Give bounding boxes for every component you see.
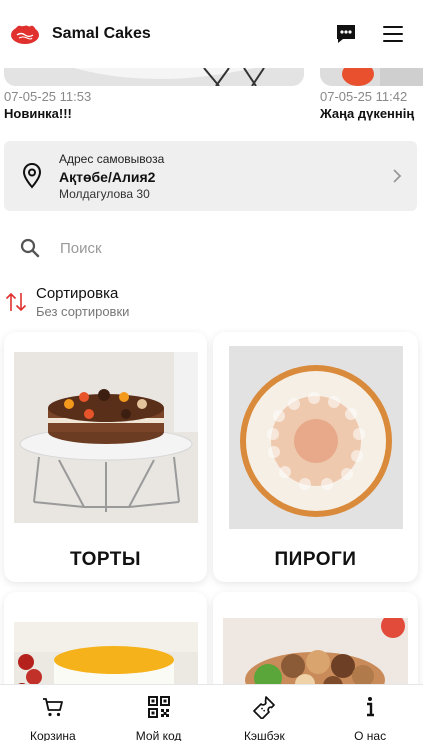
nav-label: О нас [354, 729, 387, 741]
search-bar [20, 234, 410, 262]
story-card[interactable]: 07-05-25 11:42 Жаңа дүкеннің [320, 68, 423, 121]
story-date: 07-05-25 11:53 [4, 89, 92, 104]
sort-texts: Сортировка Без сортировки [36, 285, 129, 319]
search-input[interactable] [60, 239, 360, 257]
story-title: Жаңа дүкеннің [320, 106, 415, 121]
bottom-navigation: Корзина Мой код Кэшбэк О нас [0, 684, 423, 741]
category-card-cakes[interactable]: ТОРТЫ [4, 332, 207, 582]
info-icon [358, 695, 382, 719]
category-label: ТОРТЫ [69, 549, 142, 570]
sort-value: Без сортировки [36, 304, 130, 319]
category-image-cakes [14, 352, 198, 523]
top-bar: Samal Cakes [0, 0, 423, 68]
story-date: 07-05-25 11:42 [320, 89, 408, 104]
pickup-address-text: Адрес самовывоза Ақтөбе/Алия2 Молдагулов… [59, 152, 391, 201]
story-card[interactable]: 07-05-25 11:53 Новинка!!! [4, 68, 304, 121]
category-label: ПИРОГИ [274, 549, 357, 570]
qr-code-icon [147, 695, 171, 719]
app-title: Samal Cakes [52, 25, 151, 42]
story-title: Новинка!!! [4, 106, 72, 121]
header-actions [335, 23, 413, 45]
nav-item-my-code[interactable]: Мой код [106, 685, 212, 741]
stories-carousel: 07-05-25 11:53 Новинка!!! 07-05-25 11:42… [0, 68, 423, 128]
nav-label: Корзина [30, 729, 76, 741]
search-icon [20, 238, 40, 258]
nav-item-cashback[interactable]: Кэшбэк [212, 685, 318, 741]
nav-label: Мой код [135, 729, 182, 741]
ticket-icon [252, 695, 276, 720]
story-image [4, 68, 304, 86]
samal-cakes-logo-icon[interactable] [10, 23, 40, 45]
story-image [320, 68, 423, 86]
nav-item-cart[interactable]: Корзина [0, 685, 106, 741]
category-card-pies[interactable]: ПИРОГИ [213, 332, 418, 582]
pickup-label: Адрес самовывоза [59, 151, 165, 166]
app-screen: Samal Cakes 07-05-25 11:53 Новинка!!! 07… [0, 0, 423, 741]
sort-selector[interactable]: Сортировка Без сортировки [4, 282, 129, 322]
location-pin-icon [22, 162, 42, 189]
category-image-pies [229, 346, 403, 529]
hamburger-menu-icon[interactable] [383, 26, 403, 42]
sort-title: Сортировка [36, 285, 119, 302]
nav-label: Кэшбэк [243, 729, 285, 741]
pickup-street: Молдагулова 30 [59, 186, 150, 201]
sort-arrows-icon [4, 291, 28, 313]
cart-icon [41, 695, 65, 719]
chevron-right-icon [391, 168, 403, 184]
chat-bubble-icon[interactable] [335, 23, 357, 45]
nav-item-about[interactable]: О нас [317, 685, 423, 741]
pickup-address-selector[interactable]: Адрес самовывоза Ақтөбе/Алия2 Молдагулов… [4, 141, 417, 211]
pickup-city: Ақтөбе/Алия2 [59, 168, 156, 185]
